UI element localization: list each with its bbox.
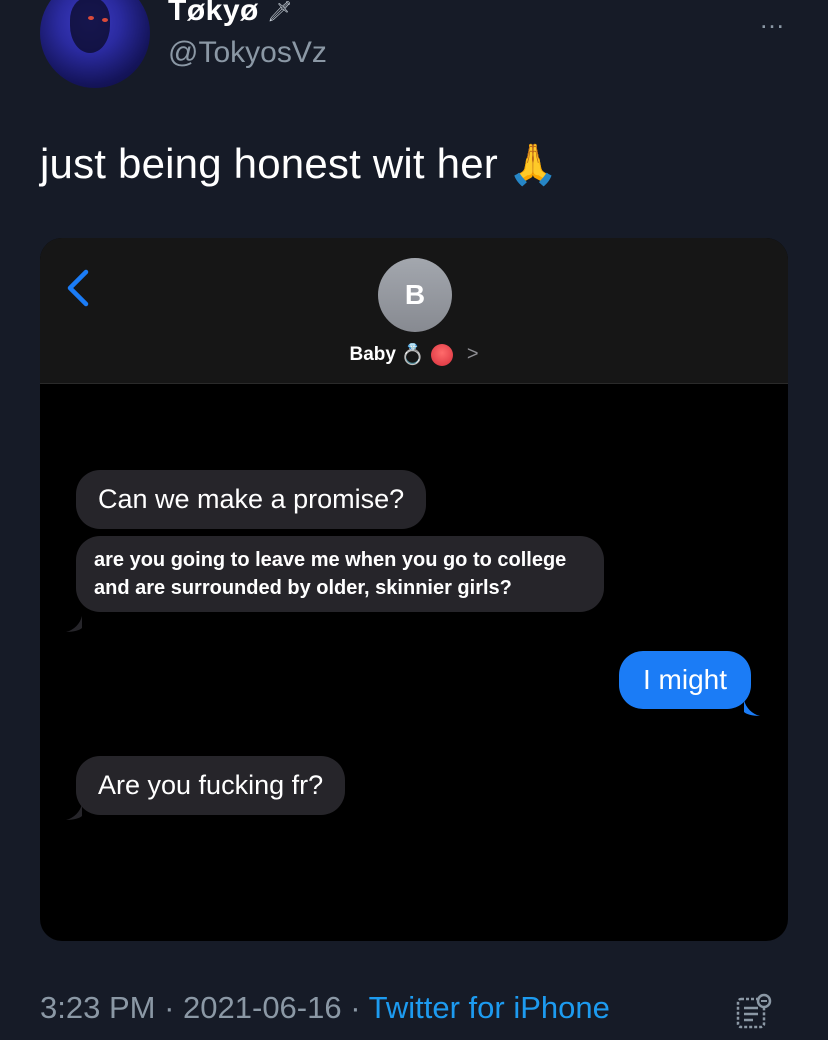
bubble-tail-icon (744, 700, 760, 716)
contact-name-row[interactable]: Baby 💍 > (40, 342, 788, 367)
tweet-date[interactable]: 2021-06-16 (183, 990, 342, 1025)
tweet-media-image[interactable]: B Baby 💍 > Can we make a promise? are yo… (40, 238, 788, 941)
back-chevron-icon[interactable] (64, 268, 94, 308)
message-bubble: Are you fucking fr? (76, 756, 346, 815)
messages-header: B Baby 💍 > (40, 238, 788, 384)
analytics-icon[interactable] (735, 992, 773, 1030)
more-icon[interactable]: … (759, 4, 786, 35)
author-name-row[interactable]: Tøkyø 🗡 (168, 0, 292, 28)
dagger-emoji-icon: 🗡 (266, 0, 293, 23)
bubble-tail-icon (66, 616, 82, 632)
author-handle[interactable]: @TokyosVz (168, 36, 327, 70)
message-bubble: Can we make a promise? (76, 470, 427, 529)
tweet-source-link[interactable]: Twitter for iPhone (369, 990, 610, 1025)
contact-avatar[interactable]: B (378, 258, 452, 332)
separator: · (164, 990, 175, 1025)
author-avatar[interactable] (40, 0, 150, 88)
angry-face-emoji-icon (430, 343, 453, 366)
praying-hands-emoji-icon: 🙏 (507, 143, 558, 187)
message-bubble: are you going to leave me when you go to… (76, 536, 604, 612)
tweet-text: just being honest wit her 🙏 (40, 140, 558, 188)
message-bubble-sent: I might (618, 651, 751, 709)
tweet-time[interactable]: 3:23 PM (40, 990, 155, 1025)
tweet-text-body: just being honest wit her (40, 140, 498, 187)
tweet-page: Tøkyø 🗡 @TokyosVz … just being honest wi… (0, 0, 828, 1040)
ring-emoji-icon: 💍 (399, 344, 425, 366)
tweet-timestamp-row: 3:23 PM · 2021-06-16 · Twitter for iPhon… (40, 990, 610, 1026)
chevron-right-icon: > (466, 343, 479, 365)
contact-name: Baby (349, 343, 396, 365)
bubble-tail-icon (66, 804, 82, 820)
separator: · (350, 990, 361, 1025)
author-display-name[interactable]: Tøkyø (168, 0, 259, 28)
